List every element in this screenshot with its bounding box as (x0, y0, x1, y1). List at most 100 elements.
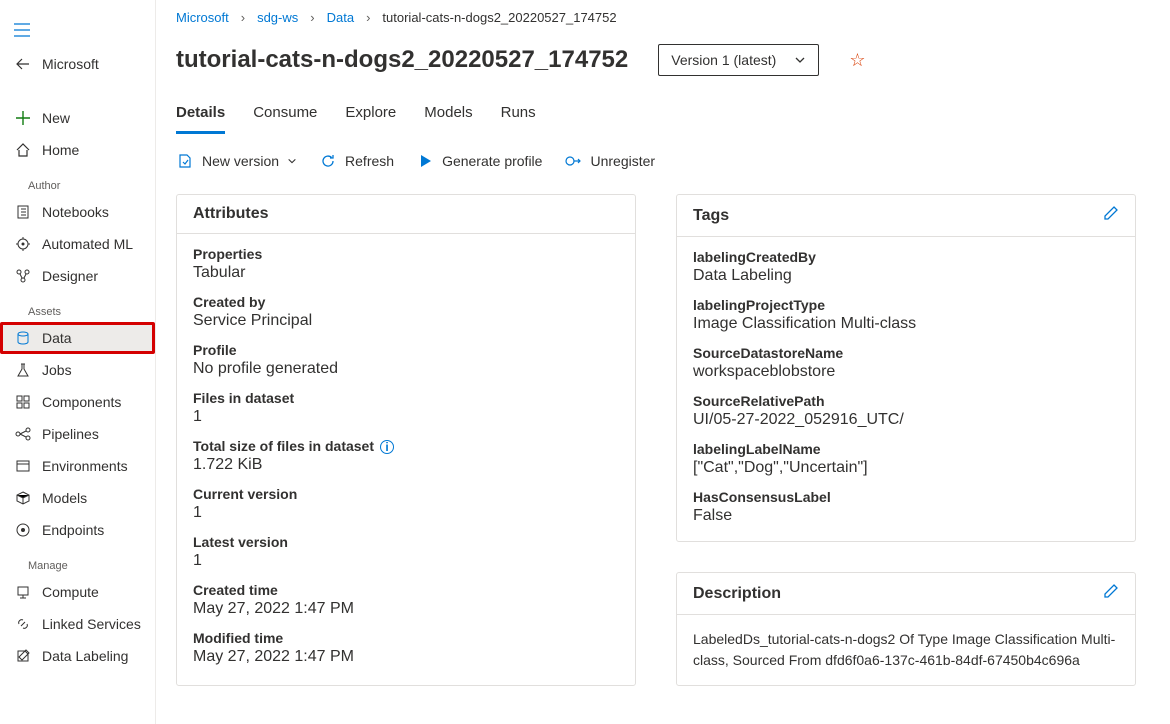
plus-icon (14, 109, 32, 127)
info-icon[interactable]: i (380, 440, 394, 454)
data-icon (14, 329, 32, 347)
sidebar-item-components[interactable]: Components (0, 386, 155, 418)
breadcrumb-item[interactable]: Microsoft (176, 10, 229, 25)
unregister-icon (564, 152, 582, 170)
refresh-icon (319, 152, 337, 170)
chevron-right-icon: › (310, 10, 314, 25)
edit-tags-icon[interactable] (1103, 205, 1119, 226)
tag-key: SourceRelativePath (693, 393, 1119, 409)
page-title: tutorial-cats-n-dogs2_20220527_174752 (176, 46, 628, 74)
home-icon (14, 141, 32, 159)
tag-value: Image Classification Multi-class (693, 315, 1119, 333)
favorite-star-icon[interactable]: ☆ (849, 50, 865, 71)
sidebar-item-label: Data (42, 330, 72, 346)
sidebar-item-linked-services[interactable]: Linked Services (0, 608, 155, 640)
sidebar-new[interactable]: New (0, 102, 155, 134)
sidebar-item-notebooks[interactable]: Notebooks (0, 196, 155, 228)
pipelines-icon (14, 425, 32, 443)
version-label: Version 1 (latest) (671, 52, 776, 68)
sidebar-item-compute[interactable]: Compute (0, 576, 155, 608)
version-dropdown[interactable]: Version 1 (latest) (658, 44, 819, 76)
main-content: Microsoft›sdg-ws›Data›tutorial-cats-n-do… (156, 0, 1170, 724)
sidebar-item-label: Automated ML (42, 236, 133, 252)
attribute-value: May 27, 2022 1:47 PM (193, 600, 619, 618)
attribute-key: Profile (193, 342, 619, 358)
tab-consume[interactable]: Consume (253, 104, 317, 134)
sidebar: Microsoft New Home Author Notebooks Autom… (0, 0, 156, 724)
sidebar-section-author: Author (0, 166, 155, 196)
attribute-key: Properties (193, 246, 619, 262)
breadcrumbs: Microsoft›sdg-ws›Data›tutorial-cats-n-do… (176, 0, 1150, 34)
tags-card: Tags labelingCreatedBy Data Labeling label… (676, 194, 1136, 542)
attribute-key: Created by (193, 294, 619, 310)
attribute-value: No profile generated (193, 360, 619, 378)
sidebar-item-designer[interactable]: Designer (0, 260, 155, 292)
breadcrumb-item[interactable]: Data (327, 10, 354, 25)
sidebar-item-environments[interactable]: Environments (0, 450, 155, 482)
sidebar-item-label: Designer (42, 268, 98, 284)
tab-explore[interactable]: Explore (345, 104, 396, 134)
tag-key: labelingCreatedBy (693, 249, 1119, 265)
tag-key: SourceDatastoreName (693, 345, 1119, 361)
sidebar-item-label: Models (42, 490, 87, 506)
automl-icon (14, 235, 32, 253)
tab-models[interactable]: Models (424, 104, 472, 134)
back-arrow-icon (14, 55, 32, 73)
new-version-icon (176, 152, 194, 170)
env-icon (14, 457, 32, 475)
sidebar-item-endpoints[interactable]: Endpoints (0, 514, 155, 546)
sidebar-item-jobs[interactable]: Jobs (0, 354, 155, 386)
back-label: Microsoft (42, 56, 99, 72)
tag-value: workspaceblobstore (693, 363, 1119, 381)
sidebar-item-automated-ml[interactable]: Automated ML (0, 228, 155, 260)
toolbar-new-version[interactable]: New version (176, 152, 297, 170)
attribute-value: 1.722 KiB (193, 456, 619, 474)
attribute-key: Current version (193, 486, 619, 502)
sidebar-item-data[interactable]: Data (0, 322, 155, 354)
tab-details[interactable]: Details (176, 104, 225, 134)
tag-value: ["Cat","Dog","Uncertain"] (693, 459, 1119, 477)
chevron-right-icon: › (241, 10, 245, 25)
hamburger-menu[interactable] (0, 12, 40, 48)
labeling-icon (14, 647, 32, 665)
compute-icon (14, 583, 32, 601)
attribute-value: 1 (193, 504, 619, 522)
tags-title: Tags (693, 207, 729, 225)
components-icon (14, 393, 32, 411)
sidebar-item-models[interactable]: Models (0, 482, 155, 514)
notebook-icon (14, 203, 32, 221)
tag-key: HasConsensusLabel (693, 489, 1119, 505)
chevron-down-icon (287, 156, 297, 166)
attribute-value: Service Principal (193, 312, 619, 330)
attribute-value: 1 (193, 552, 619, 570)
tag-key: labelingProjectType (693, 297, 1119, 313)
toolbar-refresh[interactable]: Refresh (319, 152, 394, 170)
hamburger-icon (14, 23, 30, 37)
description-card: Description LabeledDs_tutorial-cats-n-do… (676, 572, 1136, 686)
chevron-down-icon (794, 54, 806, 66)
toolbar-generate-profile[interactable]: Generate profile (416, 152, 542, 170)
back-to-microsoft[interactable]: Microsoft (0, 48, 155, 80)
toolbar-unregister[interactable]: Unregister (564, 152, 655, 170)
sidebar-item-label: Compute (42, 584, 99, 600)
models-icon (14, 489, 32, 507)
attribute-value: Tabular (193, 264, 619, 282)
breadcrumb-item[interactable]: sdg-ws (257, 10, 298, 25)
sidebar-item-data-labeling[interactable]: Data Labeling (0, 640, 155, 672)
sidebar-home[interactable]: Home (0, 134, 155, 166)
sidebar-item-label: Linked Services (42, 616, 141, 632)
sidebar-item-pipelines[interactable]: Pipelines (0, 418, 155, 450)
attribute-key: Latest version (193, 534, 619, 550)
sidebar-item-label: Components (42, 394, 121, 410)
description-text: LabeledDs_tutorial-cats-n-dogs2 Of Type … (677, 615, 1135, 685)
attribute-key: Modified time (193, 630, 619, 646)
linked-icon (14, 615, 32, 633)
attribute-key: Created time (193, 582, 619, 598)
play-icon (416, 152, 434, 170)
edit-description-icon[interactable] (1103, 583, 1119, 604)
tag-value: Data Labeling (693, 267, 1119, 285)
tag-key: labelingLabelName (693, 441, 1119, 457)
tab-runs[interactable]: Runs (501, 104, 536, 134)
designer-icon (14, 267, 32, 285)
description-title: Description (693, 585, 781, 603)
